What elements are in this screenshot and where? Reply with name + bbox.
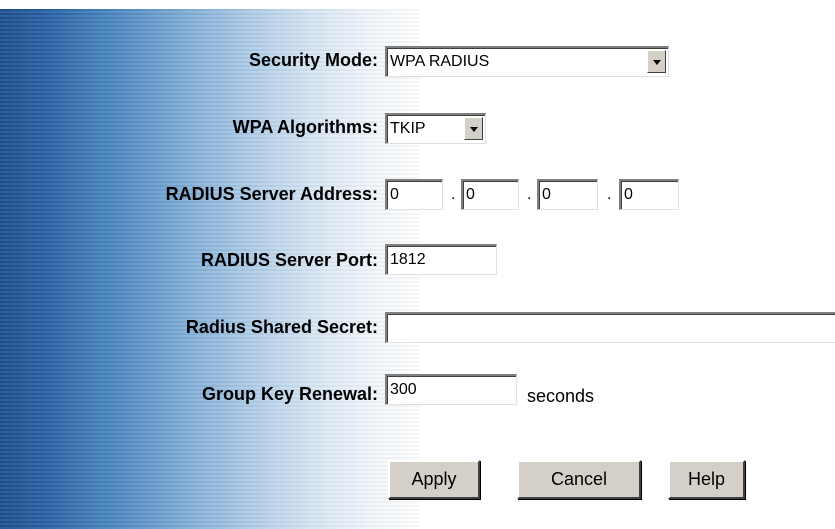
wpa-algorithms-dropdown-button[interactable] [464, 117, 483, 140]
radius-ip-octet-4[interactable]: 0 [619, 179, 679, 210]
security-mode-dropdown-button[interactable] [647, 50, 666, 73]
group-key-renewal-unit: seconds [527, 386, 595, 406]
security-mode-label: Security Mode: [248, 50, 378, 70]
ip-separator: . [527, 186, 532, 203]
wpa-algorithms-label: WPA Algorithms: [232, 117, 378, 137]
radius-shared-secret-input[interactable] [385, 312, 835, 343]
ip-separator: . [451, 186, 456, 203]
radius-server-address-label: RADIUS Server Address: [165, 184, 378, 204]
ip-separator: . [607, 186, 612, 203]
wpa-algorithms-value: TKIP [390, 120, 426, 137]
wpa-algorithms-select[interactable]: TKIP [385, 113, 486, 144]
radius-shared-secret-label: Radius Shared Secret: [185, 317, 378, 337]
radius-ip-octet-1[interactable]: 0 [385, 179, 443, 210]
security-mode-value: WPA RADIUS [390, 53, 490, 70]
radius-ip-octet-2[interactable]: 0 [461, 179, 519, 210]
help-button[interactable]: Help [668, 460, 745, 499]
security-mode-select[interactable]: WPA RADIUS [385, 46, 669, 77]
group-key-renewal-input[interactable]: 300 [385, 374, 517, 405]
chevron-down-icon [470, 127, 478, 132]
cancel-button[interactable]: Cancel [517, 460, 641, 499]
group-key-renewal-label: Group Key Renewal: [201, 384, 378, 404]
apply-button[interactable]: Apply [388, 460, 480, 499]
radius-ip-octet-3[interactable]: 0 [537, 179, 598, 210]
chevron-down-icon [653, 60, 661, 65]
radius-server-port-label: RADIUS Server Port: [200, 250, 378, 270]
top-strip [0, 0, 835, 9]
radius-server-port-input[interactable]: 1812 [385, 244, 497, 275]
